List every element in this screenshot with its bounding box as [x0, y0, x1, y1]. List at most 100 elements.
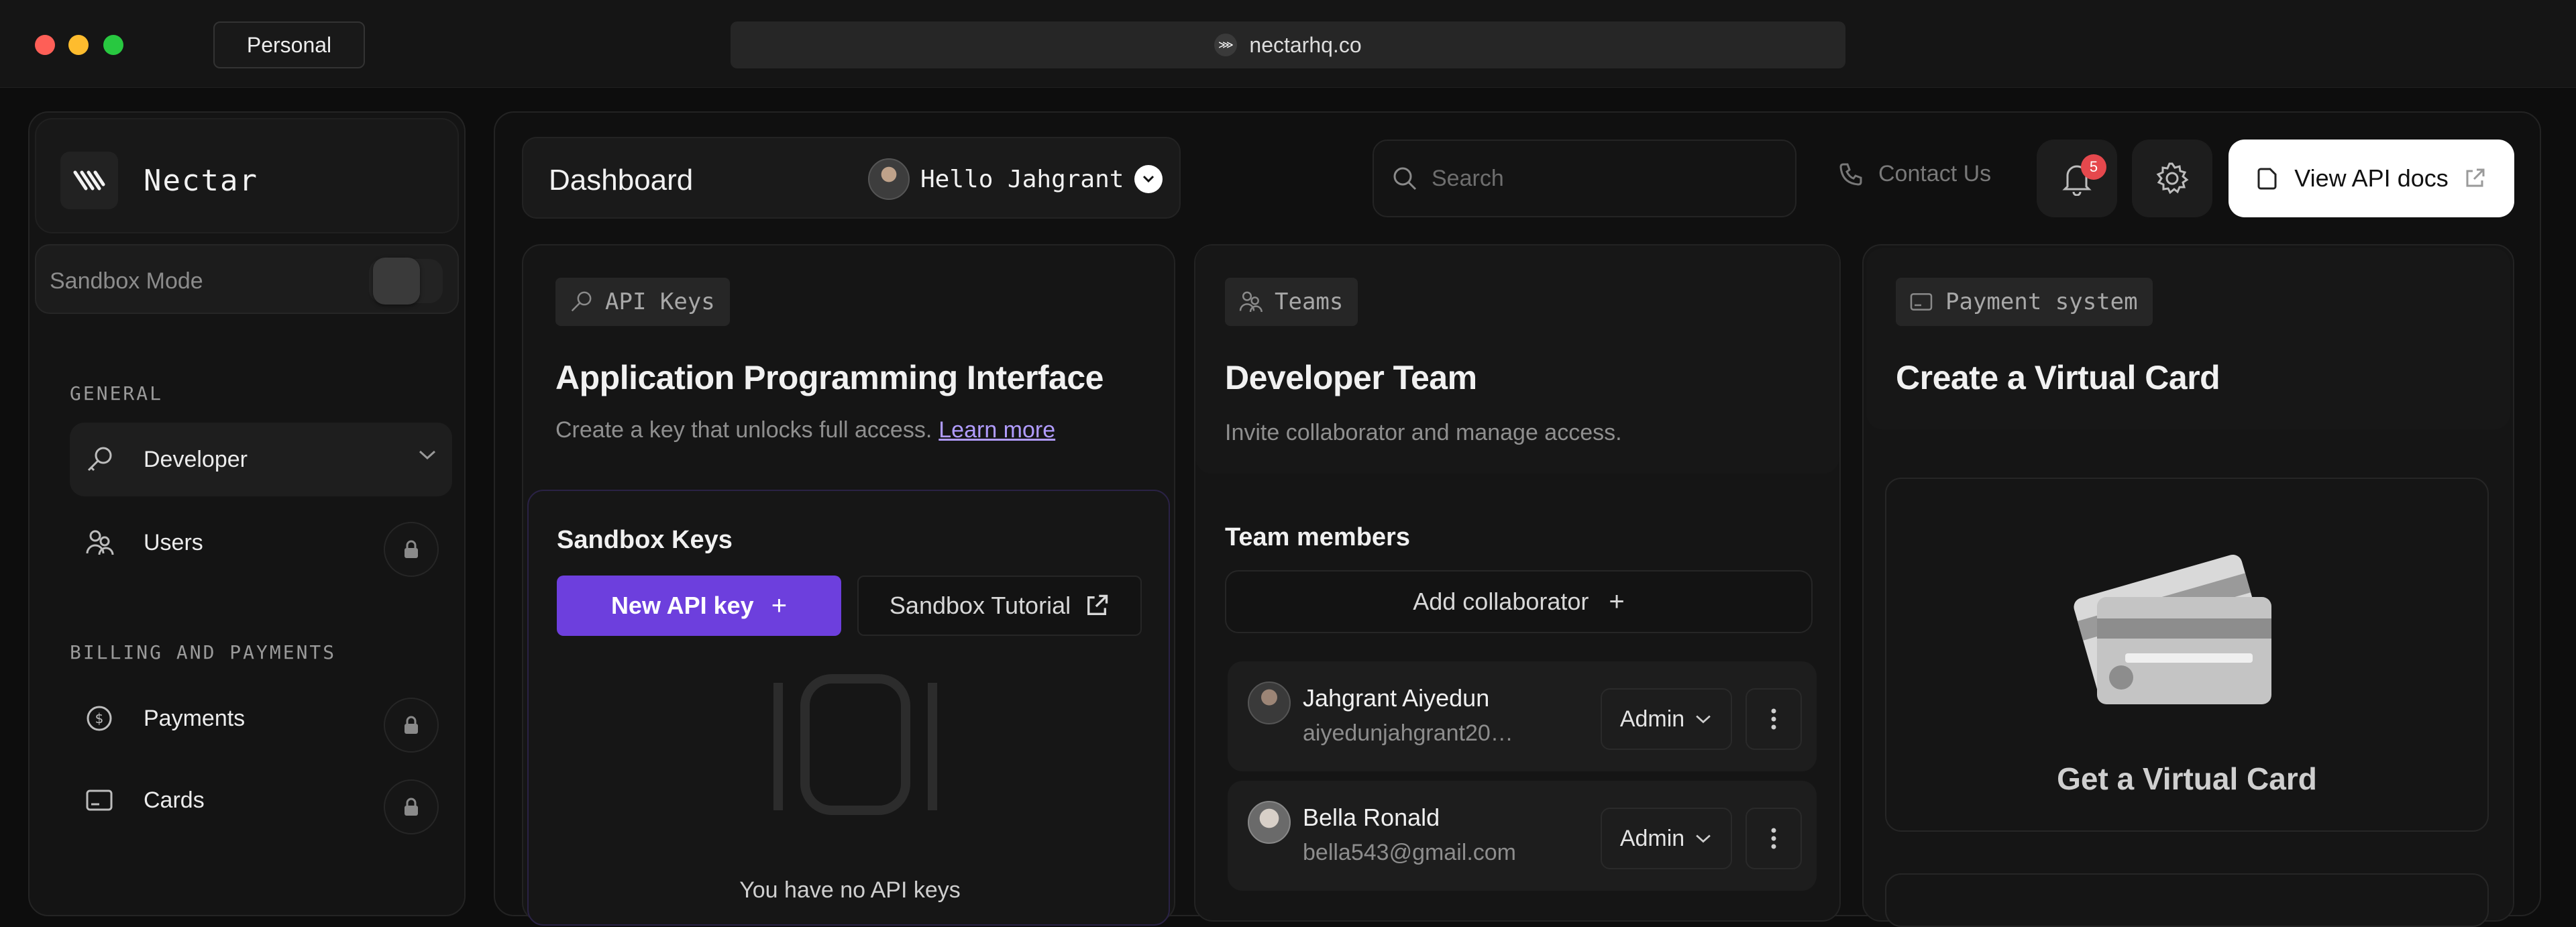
external-link-icon — [1084, 593, 1110, 618]
new-api-key-label: New API key — [610, 592, 754, 619]
kebab-menu-icon — [1771, 708, 1776, 730]
sandbox-tutorial-label: Sandbox Tutorial — [889, 592, 1071, 619]
minimize-window-button[interactable] — [68, 35, 89, 55]
sandbox-mode-row: Sandbox Mode — [35, 244, 459, 314]
site-favicon-icon: ⋙ — [1214, 34, 1238, 56]
sandbox-keys-panel: Sandbox Keys New API key + Sandbox Tutor… — [527, 490, 1170, 926]
api-card-title: Application Programming Interface — [555, 359, 1104, 396]
zoom-window-button[interactable] — [103, 35, 123, 55]
tag-label: Payment system — [1945, 288, 2138, 315]
key-icon — [568, 288, 594, 315]
credit-cards-illustration — [2068, 533, 2282, 710]
member-name: Jahgrant Aiyedun — [1303, 684, 1490, 712]
payment-card-header: Payment system Create a Virtual Card — [1866, 248, 2510, 429]
search-box[interactable] — [1373, 140, 1796, 217]
search-icon — [1391, 165, 1418, 192]
payments-icon: $ — [79, 698, 119, 739]
avatar — [868, 158, 910, 200]
lock-icon — [384, 779, 439, 834]
close-window-button[interactable] — [35, 35, 55, 55]
teams-card-subtitle: Invite collaborator and manage access. — [1225, 420, 1622, 445]
sidebar-item-developer[interactable]: Developer — [70, 423, 452, 496]
kebab-menu-icon — [1771, 828, 1776, 849]
greeting-text: Hello Jahgrant — [920, 165, 1124, 193]
role-label: Admin — [1619, 706, 1685, 732]
list-item: Bella Ronald bella543@gmail.com Admin — [1228, 781, 1817, 891]
virtual-card-panel[interactable]: Get a Virtual Card — [1885, 478, 2489, 832]
section-label-general: GENERAL — [70, 382, 164, 404]
contact-us-link[interactable]: Contact Us — [1838, 161, 1991, 187]
address-bar-url: nectarhq.co — [1249, 32, 1362, 57]
brand-header: Nectar — [35, 118, 459, 233]
sidebar-item-label: Payments — [144, 705, 246, 731]
sandbox-keys-heading: Sandbox Keys — [557, 526, 733, 554]
payment-system-tag: Payment system — [1896, 278, 2153, 326]
learn-more-link[interactable]: Learn more — [938, 417, 1055, 443]
profile-tab[interactable]: Personal — [213, 21, 365, 68]
svg-text:$: $ — [95, 710, 104, 726]
chevron-down-icon — [1696, 834, 1711, 843]
address-bar[interactable]: ⋙ nectarhq.co — [731, 21, 1845, 68]
api-docs-label: View API docs — [2294, 164, 2449, 192]
tag-label: API Keys — [605, 288, 715, 315]
teams-card-title: Developer Team — [1225, 359, 1477, 396]
external-link-icon — [2463, 167, 2486, 190]
api-keys-card: API Keys Application Programming Interfa… — [522, 244, 1175, 926]
phone-icon — [1838, 162, 1864, 187]
secondary-panel — [1885, 873, 2489, 927]
plus-icon: + — [1609, 586, 1625, 616]
users-icon — [1237, 288, 1264, 315]
payment-card: Payment system Create a Virtual Card Get… — [1862, 244, 2514, 927]
document-icon — [2257, 166, 2279, 190]
sandbox-mode-label: Sandbox Mode — [50, 268, 203, 294]
list-item: Jahgrant Aiyedun aiyedunjahgrant2001@...… — [1228, 661, 1817, 771]
chevron-down-icon — [417, 448, 437, 465]
role-select[interactable]: Admin — [1601, 688, 1732, 750]
sidebar-item-users[interactable]: Users — [70, 506, 452, 580]
section-label-billing: BILLING AND PAYMENTS — [70, 641, 337, 663]
member-email: aiyedunjahgrant2001@... — [1303, 720, 1517, 746]
chevron-down-icon — [1696, 715, 1711, 724]
api-card-subtitle-text: Create a key that unlocks full access. — [555, 417, 932, 443]
get-virtual-card-label: Get a Virtual Card — [2057, 761, 2317, 796]
sidebar-item-cards[interactable]: Cards — [70, 763, 452, 837]
teams-card: Teams Developer Team Invite collaborator… — [1194, 244, 1841, 922]
more-options-button[interactable] — [1746, 688, 1802, 750]
add-collaborator-button[interactable]: Add collaborator + — [1225, 570, 1813, 633]
nectar-logo-icon — [60, 152, 118, 209]
sandbox-mode-toggle[interactable] — [369, 258, 443, 305]
view-api-docs-button[interactable]: View API docs — [2229, 140, 2514, 217]
avatar — [1248, 801, 1291, 844]
toggle-knob — [373, 258, 420, 305]
api-keys-tag: API Keys — [555, 278, 730, 326]
notifications-button[interactable]: 5 — [2037, 140, 2117, 217]
search-input[interactable] — [1430, 164, 1782, 193]
role-select[interactable]: Admin — [1601, 808, 1732, 869]
more-options-button[interactable] — [1746, 808, 1802, 869]
sidebar-item-payments[interactable]: $ Payments — [70, 681, 452, 755]
plus-icon: + — [771, 590, 788, 620]
user-menu[interactable]: Hello Jahgrant — [868, 158, 1163, 200]
lock-icon — [384, 522, 439, 577]
sidebar-item-label: Developer — [144, 446, 248, 472]
chevron-down-icon — [1134, 165, 1163, 193]
sidebar: Nectar Sandbox Mode GENERAL Developer Us… — [28, 111, 466, 916]
settings-button[interactable] — [2132, 140, 2212, 217]
sandbox-tutorial-button[interactable]: Sandbox Tutorial — [857, 576, 1142, 636]
page-title: Dashboard — [549, 164, 694, 197]
empty-keys-illustration — [771, 669, 939, 820]
sidebar-item-label: Cards — [144, 787, 205, 813]
users-icon — [79, 523, 119, 563]
contact-us-label: Contact Us — [1878, 161, 1992, 186]
window-titlebar: Personal ⋙ nectarhq.co — [0, 0, 2576, 88]
card-icon — [79, 780, 119, 820]
empty-keys-text: You have no API keys — [739, 877, 961, 903]
avatar — [1248, 681, 1291, 724]
key-icon — [79, 439, 119, 480]
member-name: Bella Ronald — [1303, 804, 1440, 831]
role-label: Admin — [1619, 825, 1685, 851]
add-collaborator-label: Add collaborator — [1413, 588, 1589, 615]
lock-icon — [384, 698, 439, 753]
new-api-key-button[interactable]: New API key + — [557, 576, 841, 636]
teams-tag: Teams — [1225, 278, 1358, 326]
